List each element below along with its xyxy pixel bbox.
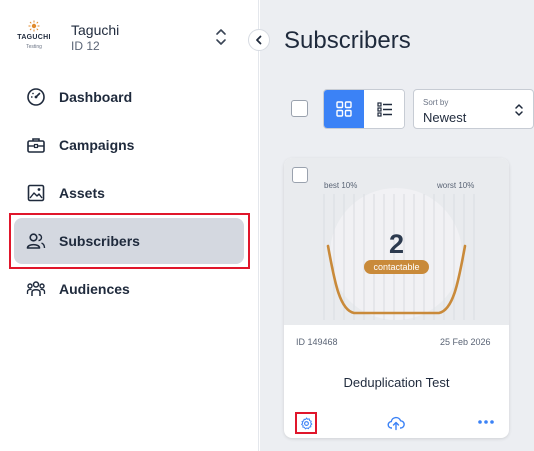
briefcase-icon	[27, 138, 45, 153]
sort-value: Newest	[423, 110, 467, 125]
group-icon	[26, 281, 46, 296]
contactable-badge: contactable	[364, 260, 429, 274]
sun-icon	[28, 20, 40, 32]
chevron-updown-icon[interactable]	[213, 26, 229, 48]
grid-view-button[interactable]	[324, 90, 364, 128]
account-name: Taguchi	[71, 22, 120, 38]
sidebar-item-label: Subscribers	[59, 233, 140, 249]
logo-wordmark: TAGUCHI	[17, 34, 51, 41]
list-icon	[377, 102, 392, 117]
list-date: 25 Feb 2026	[440, 337, 491, 347]
worst-label: worst 10%	[437, 181, 475, 190]
best-label: best 10%	[324, 181, 358, 190]
chevron-updown-icon	[515, 104, 523, 116]
sidebar-nav: Dashboard Campaigns Assets Subscribers A…	[14, 74, 244, 314]
sidebar-item-label: Audiences	[59, 281, 130, 297]
image-icon	[27, 184, 45, 202]
sidebar-item-label: Dashboard	[59, 89, 133, 105]
list-name: Deduplication Test	[343, 375, 450, 390]
sidebar: TAGUCHI Testing Taguchi ID 12 Dashboard	[0, 0, 259, 451]
sidebar-item-label: Assets	[59, 185, 105, 201]
list-id: ID 149468	[296, 337, 338, 347]
more-options-icon[interactable]	[477, 416, 495, 428]
sidebar-item-audiences[interactable]: Audiences	[14, 266, 244, 312]
users-icon	[26, 233, 46, 249]
select-all-checkbox[interactable]	[291, 100, 308, 117]
chevron-left-icon	[256, 35, 262, 45]
sidebar-item-dashboard[interactable]: Dashboard	[14, 74, 244, 120]
card-visual: best 10% worst 10% 2 contactable	[284, 158, 509, 325]
view-toggle	[323, 89, 405, 129]
sidebar-item-subscribers[interactable]: Subscribers	[14, 218, 244, 264]
gear-icon	[301, 417, 313, 430]
page-title: Subscribers	[284, 27, 411, 54]
settings-button[interactable]	[295, 412, 317, 434]
logo-subtitle: Testing	[26, 44, 42, 50]
gauge-icon	[27, 88, 45, 106]
sidebar-item-label: Campaigns	[59, 137, 135, 153]
subscriber-list-card[interactable]: best 10% worst 10% 2 contactable ID 1494…	[284, 158, 509, 438]
main-content: Subscribers Sort by Newest best 10% wors…	[260, 0, 534, 451]
collapse-sidebar-button[interactable]	[248, 29, 270, 51]
list-view-button[interactable]	[365, 90, 404, 128]
sidebar-item-assets[interactable]: Assets	[14, 170, 244, 216]
account-switcher[interactable]: TAGUCHI Testing Taguchi ID 12	[14, 16, 244, 60]
cloud-upload-icon[interactable]	[387, 414, 405, 432]
company-logo: TAGUCHI Testing	[16, 20, 52, 56]
grid-icon	[336, 101, 352, 117]
sort-caption: Sort by	[423, 98, 449, 107]
account-id: ID 12	[71, 39, 100, 53]
sidebar-item-campaigns[interactable]: Campaigns	[14, 122, 244, 168]
sort-select[interactable]: Sort by Newest	[413, 89, 534, 129]
card-checkbox[interactable]	[292, 167, 308, 183]
contactable-count: 2	[388, 229, 405, 259]
